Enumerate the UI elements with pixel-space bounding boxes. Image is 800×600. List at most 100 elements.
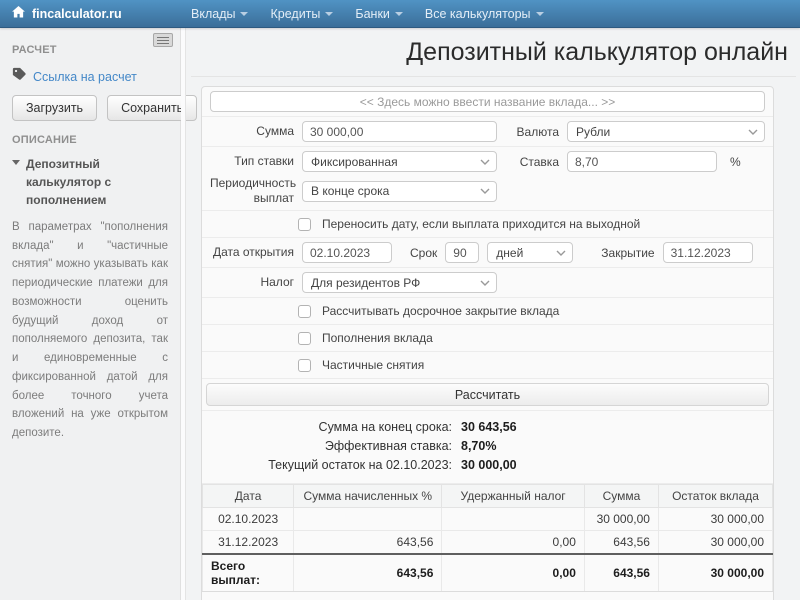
rate-input[interactable]	[567, 151, 717, 172]
table-footer-row: Всего выплат: 643,56 0,00 643,56 30 000,…	[203, 554, 773, 592]
table-cell: 02.10.2023	[203, 508, 294, 531]
table-cell: 30 000,00	[584, 508, 658, 531]
table-row: 31.12.2023 643,56 0,00 643,56 30 000,00	[203, 531, 773, 555]
calc-link[interactable]: Ссылка на расчет	[33, 70, 137, 84]
calc-section-header: РАСЧЕТ	[12, 44, 168, 56]
actions-row: Экспорт в Excel пролонгировать вклад >>	[202, 592, 773, 600]
table-cell: 30 000,00	[658, 531, 772, 555]
table-header-cell: Остаток вклада	[658, 485, 772, 508]
results-summary: Сумма на конец срока: 30 643,56 Эффектив…	[202, 411, 773, 484]
withdrawal-row: Частичные снятия	[202, 352, 773, 379]
table-footer-cell: 30 000,00	[658, 554, 772, 592]
table-cell: 31.12.2023	[203, 531, 294, 555]
caret-down-icon	[395, 12, 403, 16]
main-content: Депозитный калькулятор онлайн Сумма Валю…	[187, 28, 800, 600]
rate-type-select-value: Фиксированная	[311, 155, 398, 169]
sum-label: Сумма	[210, 124, 294, 139]
tag-icon	[12, 67, 26, 86]
navbar: fincalculator.ru Вклады Кредиты Банки Вс…	[0, 0, 800, 28]
table-footer-cell: 643,56	[584, 554, 658, 592]
currency-label: Валюта	[507, 125, 559, 139]
currency-select-value: Рубли	[576, 125, 610, 139]
table-row: 02.10.2023 30 000,00 30 000,00	[203, 508, 773, 531]
nav-item-credits[interactable]: Кредиты	[259, 0, 344, 28]
table-cell: 30 000,00	[658, 508, 772, 531]
table-header-cell: Сумма начисленных %	[294, 485, 442, 508]
close-date-label: Закрытие	[601, 246, 654, 260]
term-unit-select-value: дней	[496, 246, 523, 260]
periodicity-select-value: В конце срока	[311, 184, 389, 198]
topup-checkbox[interactable]	[298, 332, 311, 345]
nav-item-label: Вклады	[191, 7, 235, 21]
sum-input[interactable]	[302, 121, 497, 142]
rate-type-select[interactable]: Фиксированная	[302, 151, 497, 172]
chevron-down-icon	[480, 280, 490, 286]
summary-value: 30 643,56	[461, 418, 517, 437]
summary-label: Сумма на конец срока:	[214, 418, 452, 437]
description-title-label: Депозитный калькулятор с пополнением	[26, 155, 168, 209]
chevron-down-icon	[556, 250, 566, 256]
caret-down-icon	[536, 12, 544, 16]
withdrawal-checkbox[interactable]	[298, 359, 311, 372]
nav-item-label: Банки	[355, 7, 390, 21]
tax-row: Налог Для резидентов РФ	[202, 268, 773, 298]
brand-link[interactable]: fincalculator.ru	[0, 6, 170, 21]
periodicity-row: Периодичность выплат В конце срока	[202, 174, 773, 211]
calculate-row: Рассчитать	[202, 379, 773, 411]
load-button[interactable]: Загрузить	[12, 95, 97, 121]
calculator-panel: Сумма Валюта Рубли Тип ставки Фиксирован…	[201, 86, 774, 600]
chevron-down-icon	[480, 159, 490, 165]
tax-select[interactable]: Для резидентов РФ	[302, 272, 497, 293]
table-header-cell: Дата	[203, 485, 294, 508]
table-footer-cell: Всего выплат:	[203, 554, 294, 592]
sidebar-divider	[181, 28, 186, 600]
summary-value: 8,70%	[461, 437, 496, 456]
results-table: Дата Сумма начисленных % Удержанный нало…	[202, 484, 773, 592]
tax-select-value: Для резидентов РФ	[311, 276, 420, 290]
calculate-button[interactable]: Рассчитать	[206, 383, 769, 406]
deposit-name-row	[202, 87, 773, 117]
table-cell: 643,56	[294, 531, 442, 555]
page-title: Депозитный калькулятор онлайн	[187, 28, 800, 76]
topup-row: Пополнения вклада	[202, 325, 773, 352]
tax-label: Налог	[210, 275, 294, 290]
nav-item-label: Все калькуляторы	[425, 7, 531, 21]
table-footer-cell: 643,56	[294, 554, 442, 592]
nav-item-label: Кредиты	[270, 7, 320, 21]
weekend-shift-row: Переносить дату, если выплата приходится…	[202, 211, 773, 238]
periodicity-select[interactable]: В конце срока	[302, 181, 497, 202]
term-input[interactable]	[445, 242, 479, 263]
sidebar-toggle-menu-icon[interactable]	[153, 33, 173, 47]
sidebar: РАСЧЕТ Ссылка на расчет Загрузить Сохран…	[0, 28, 181, 600]
rate-type-label: Тип ставки	[210, 154, 294, 169]
weekend-shift-checkbox[interactable]	[298, 218, 311, 231]
summary-row: Эффективная ставка: 8,70%	[214, 437, 761, 456]
term-unit-select[interactable]: дней	[487, 242, 573, 263]
table-header-cell: Удержанный налог	[442, 485, 585, 508]
description-toggle[interactable]: Депозитный калькулятор с пополнением	[12, 155, 168, 209]
chevron-down-icon	[748, 129, 758, 135]
summary-label: Текущий остаток на 02.10.2023:	[214, 456, 452, 475]
early-close-checkbox[interactable]	[298, 305, 311, 318]
sum-currency-row: Сумма Валюта Рубли	[202, 117, 773, 147]
dates-row: Дата открытия Срок дней Закрытие	[202, 238, 773, 268]
currency-select[interactable]: Рубли	[567, 121, 765, 142]
term-label: Срок	[410, 246, 437, 260]
open-date-input[interactable]	[302, 242, 392, 263]
periodicity-label: Периодичность выплат	[210, 176, 294, 206]
table-header-cell: Сумма	[584, 485, 658, 508]
summary-row: Сумма на конец срока: 30 643,56	[214, 418, 761, 437]
table-cell: 0,00	[442, 531, 585, 555]
nav-item-all-calculators[interactable]: Все калькуляторы	[414, 0, 555, 28]
open-date-label: Дата открытия	[210, 245, 294, 260]
nav-item-deposits[interactable]: Вклады	[180, 0, 259, 28]
early-close-label: Рассчитывать досрочное закрытие вклада	[322, 304, 559, 318]
rate-label: Ставка	[507, 155, 559, 169]
summary-label: Эффективная ставка:	[214, 437, 452, 456]
deposit-name-input[interactable]	[210, 91, 765, 112]
rate-type-row: Тип ставки Фиксированная Ставка %	[202, 147, 773, 174]
nav-item-banks[interactable]: Банки	[344, 0, 414, 28]
nav-menu: Вклады Кредиты Банки Все калькуляторы	[180, 0, 555, 28]
close-date-input[interactable]	[663, 242, 753, 263]
brand-label: fincalculator.ru	[32, 7, 122, 21]
